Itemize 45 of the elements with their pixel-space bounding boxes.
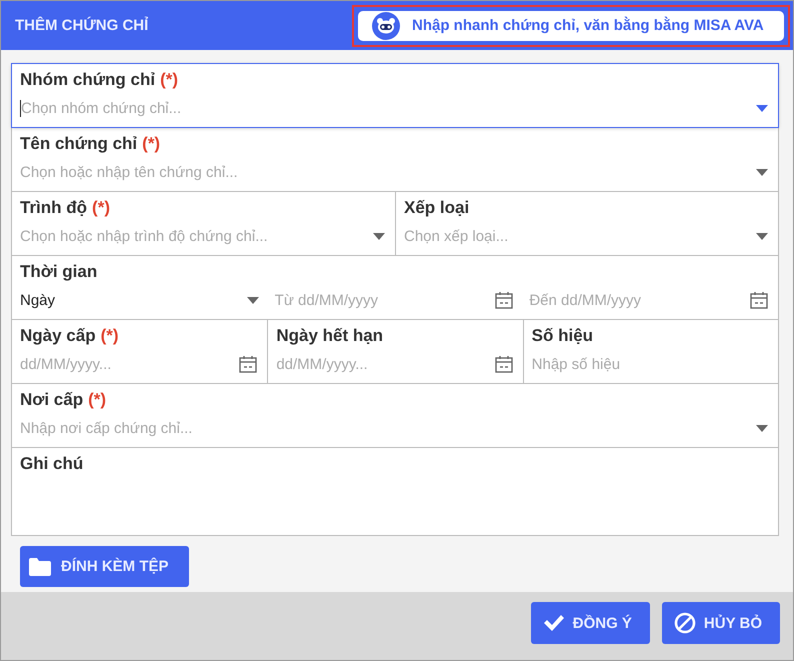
calendar-icon[interactable] (495, 291, 514, 309)
calendar-icon[interactable] (239, 355, 258, 373)
field-label: Trình độ (20, 198, 88, 218)
agree-button[interactable]: ĐỒNG Ý (530, 602, 650, 644)
caret-icon[interactable] (756, 104, 768, 112)
date-field[interactable]: Từ dd/MM/yyyy (274, 292, 490, 308)
field-label: Nhóm chứng chỉ (20, 70, 156, 90)
folder-icon (29, 558, 51, 576)
field-label: Số hiệu (532, 326, 594, 346)
date-field[interactable]: dd/MM/yyyy... (276, 356, 489, 372)
select-field[interactable]: Chọn xếp loại... (404, 228, 750, 244)
robot-icon (372, 12, 400, 40)
check-icon (542, 614, 565, 632)
required-mark: (*) (92, 198, 110, 218)
dialog-title: THÊM CHỨNG CHỈ (15, 17, 148, 34)
required-mark: (*) (142, 134, 160, 154)
quick-entry-button[interactable]: Nhập nhanh chứng chỉ, văn bằng bằng MISA AVA (358, 10, 784, 40)
required-mark: (*) (160, 70, 178, 90)
input-field[interactable]: Nhập số hiệu (532, 356, 768, 372)
calendar-icon[interactable] (494, 355, 513, 373)
select-field[interactable]: Chọn hoặc nhập trình độ chứng chỉ... (20, 228, 367, 244)
field-label: Ghi chú (20, 454, 84, 474)
required-mark: (*) (88, 390, 106, 410)
caret-icon[interactable] (756, 168, 768, 176)
caret-icon[interactable] (246, 296, 259, 304)
caret-icon[interactable] (756, 424, 768, 432)
caret-icon[interactable] (756, 232, 768, 240)
field-label: Tên chứng chỉ (20, 134, 138, 154)
attach-file-button[interactable]: ĐÍNH KÈM TỆP (20, 546, 189, 587)
field-label: Xếp loại (404, 198, 470, 218)
caret-icon[interactable] (373, 232, 385, 240)
select-field[interactable]: Ngày (20, 292, 241, 308)
date-field[interactable]: dd/MM/yyyy... (20, 356, 234, 372)
cancel-button[interactable]: HỦY BỎ (662, 602, 780, 644)
select-field[interactable]: Nhập nơi cấp chứng chỉ... (20, 420, 750, 436)
field-label: Thời gian (20, 262, 98, 282)
field-label: Ngày hết hạn (276, 326, 384, 346)
calendar-icon[interactable] (750, 291, 768, 309)
select-field[interactable]: Chọn nhóm chứng chỉ... (20, 100, 750, 116)
field-label: Ngày cấp (20, 326, 96, 346)
select-field[interactable]: Chọn hoặc nhập tên chứng chỉ... (20, 164, 750, 180)
date-field[interactable]: Đến dd/MM/yyyy (529, 292, 744, 308)
field-label: Nơi cấp (20, 390, 84, 410)
prohibited-icon (674, 612, 696, 634)
required-mark: (*) (100, 326, 119, 346)
